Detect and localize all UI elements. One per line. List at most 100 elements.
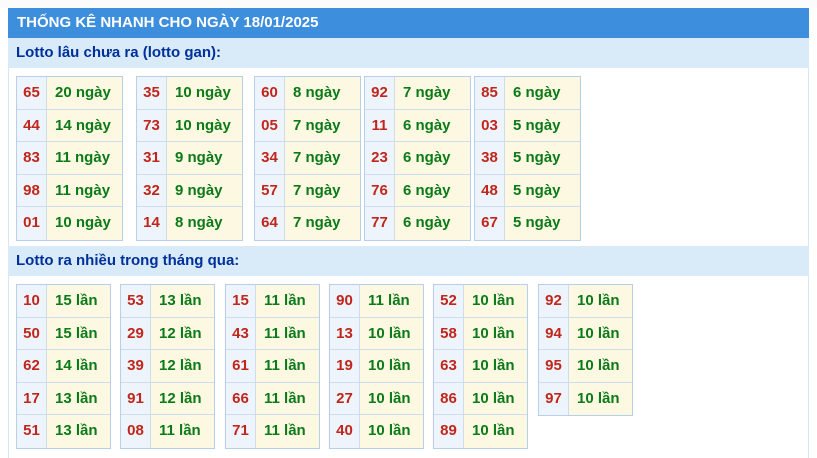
lotto-number: 34 (255, 142, 285, 174)
section_gan-group-5: 85 6 ngày 03 5 ngày 38 5 ngày 48 5 ngày 67 5 ngày (474, 76, 581, 241)
lotto-count: 5 ngày (505, 109, 580, 142)
lotto-number: 17 (17, 382, 47, 415)
section_gan-group-4: 92 7 ngày 11 6 ngày 23 6 ngày 76 6 ngày 77 6 ngày (364, 76, 471, 241)
lotto-number: 63 (434, 350, 464, 382)
table-row: 62 14 lần (17, 350, 110, 383)
section_gan-group-2: 35 10 ngày 73 10 ngày 31 9 ngày 32 9 ngày 14 8 ng… (136, 76, 243, 241)
lotto-count: 11 ngày (47, 174, 122, 207)
lotto-number: 90 (330, 285, 360, 317)
table-row: 01 10 ngày (17, 207, 122, 240)
table-row: 95 10 lần (539, 350, 632, 383)
lotto-number: 91 (121, 382, 151, 415)
lotto-count: 11 lần (256, 382, 319, 415)
lotto-count: 9 ngày (167, 174, 242, 207)
lotto-count: 12 lần (151, 350, 214, 382)
lotto-count: 10 lần (360, 382, 423, 415)
table-row: 89 10 lần (434, 415, 527, 448)
lotto-count: 6 ngày (505, 77, 580, 109)
table-row: 67 5 ngày (475, 207, 580, 240)
lotto-number: 89 (434, 415, 464, 448)
lotto-number: 73 (137, 109, 167, 142)
lotto-number: 50 (17, 317, 47, 350)
table-row: 39 12 lần (121, 350, 214, 383)
page-header: THỐNG KÊ NHANH CHO NGÀY 18/01/2025 (8, 8, 809, 38)
table-row: 86 10 lần (434, 382, 527, 416)
lotto-count: 6 ngày (395, 142, 470, 174)
table-row: 57 7 ngày (255, 174, 360, 208)
lotto-count: 11 lần (360, 285, 423, 317)
table-row: 50 15 lần (17, 317, 110, 351)
section-title-lotto-ra-nhieu: Lotto ra nhiều trong tháng qua: (8, 246, 809, 276)
lotto-count: 10 lần (360, 317, 423, 350)
lotto-number: 48 (475, 174, 505, 207)
lotto-number: 03 (475, 109, 505, 142)
lotto-number: 10 (17, 285, 47, 317)
lotto-count: 10 lần (464, 285, 527, 317)
table-row: 14 8 ngày (137, 207, 242, 240)
lotto-number: 76 (365, 174, 395, 207)
table-row: 92 7 ngày (365, 77, 470, 110)
section_many-group-3: 15 11 lần 43 11 lần 61 11 lần 66 11 lần 71 11 lần (225, 284, 320, 449)
table-row: 77 6 ngày (365, 207, 470, 240)
lotto-count: 9 ngày (167, 142, 242, 174)
table-row: 61 11 lần (226, 350, 319, 383)
lotto-number: 31 (137, 142, 167, 174)
lotto-number: 64 (255, 207, 285, 240)
table-row: 60 8 ngày (255, 77, 360, 110)
table-row: 92 10 lần (539, 285, 632, 318)
table-row: 38 5 ngày (475, 142, 580, 175)
lotto-number: 71 (226, 415, 256, 448)
table-row: 53 13 lần (121, 285, 214, 318)
table-row: 76 6 ngày (365, 174, 470, 208)
lotto-count: 7 ngày (285, 109, 360, 142)
lotto-number: 29 (121, 317, 151, 350)
table-row: 52 10 lần (434, 285, 527, 318)
section_many-group-2: 53 13 lần 29 12 lần 39 12 lần 91 12 lần 08 11 lần (120, 284, 215, 449)
table-row: 32 9 ngày (137, 174, 242, 208)
lotto-count: 6 ngày (395, 174, 470, 207)
lotto-count: 10 lần (360, 415, 423, 448)
lotto-number: 05 (255, 109, 285, 142)
table-row: 35 10 ngày (137, 77, 242, 110)
lotto-number: 13 (330, 317, 360, 350)
lotto-count: 7 ngày (285, 174, 360, 207)
section-title-lotto-gan: Lotto lâu chưa ra (lotto gan): (8, 38, 809, 68)
lotto-number: 65 (17, 77, 47, 109)
table-row: 23 6 ngày (365, 142, 470, 175)
lotto-count: 5 ngày (505, 207, 580, 240)
lotto-number: 14 (137, 207, 167, 240)
lotto-number: 27 (330, 382, 360, 415)
lotto-number: 92 (539, 285, 569, 317)
lotto-count: 13 lần (151, 285, 214, 317)
lotto-number: 57 (255, 174, 285, 207)
lotto-count: 11 ngày (47, 142, 122, 174)
lotto-number: 44 (17, 109, 47, 142)
table-row: 98 11 ngày (17, 174, 122, 208)
lotto-number: 38 (475, 142, 505, 174)
table-row: 15 11 lần (226, 285, 319, 318)
lotto-count: 10 lần (464, 415, 527, 448)
table-row: 73 10 ngày (137, 109, 242, 143)
section_gan-group-3: 60 8 ngày 05 7 ngày 34 7 ngày 57 7 ngày 64 7 ngày (254, 76, 361, 241)
lotto-count: 8 ngày (167, 207, 242, 240)
table-row: 97 10 lần (539, 382, 632, 416)
lotto-number: 39 (121, 350, 151, 382)
lotto-number: 62 (17, 350, 47, 382)
lotto-number: 51 (17, 415, 47, 448)
lotto-count: 10 lần (569, 350, 632, 382)
section_many-group-1: 10 15 lần 50 15 lần 62 14 lần 17 13 lần 51 13 lần (16, 284, 111, 449)
table-row: 44 14 ngày (17, 109, 122, 143)
lotto-count: 10 lần (569, 317, 632, 350)
lotto-number: 86 (434, 382, 464, 415)
lotto-count: 15 lần (47, 285, 110, 317)
lotto-count: 10 lần (569, 382, 632, 416)
lotto-count: 14 lần (47, 350, 110, 382)
table-row: 63 10 lần (434, 350, 527, 383)
lotto-number: 23 (365, 142, 395, 174)
table-row: 66 11 lần (226, 382, 319, 416)
table-row: 48 5 ngày (475, 174, 580, 208)
lotto-number: 15 (226, 285, 256, 317)
table-row: 40 10 lần (330, 415, 423, 448)
table-row: 64 7 ngày (255, 207, 360, 240)
table-row: 19 10 lần (330, 350, 423, 383)
